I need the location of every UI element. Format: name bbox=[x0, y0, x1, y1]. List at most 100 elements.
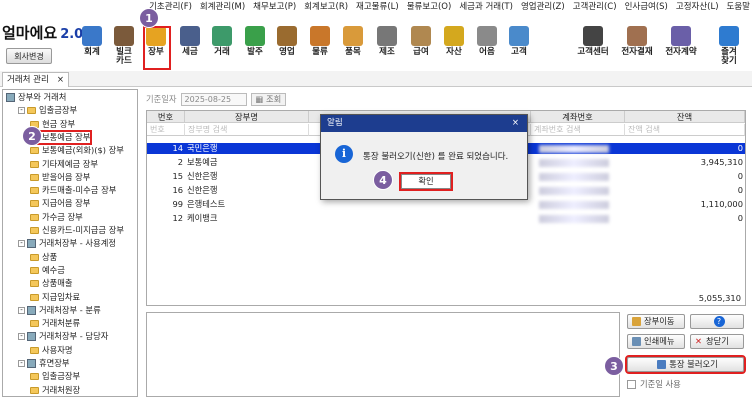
menu-item[interactable]: 회계보고(R) bbox=[304, 0, 348, 14]
date-input[interactable]: 2025-08-25 bbox=[180, 92, 247, 106]
toolbar-icon bbox=[245, 26, 265, 46]
toolbar-button[interactable]: 급여 bbox=[408, 26, 434, 70]
menu-item[interactable]: 물류보고(O) bbox=[407, 0, 452, 14]
toolbar-right-button[interactable]: 고객센터 bbox=[574, 26, 612, 70]
tree-item[interactable]: 가수금 장부 bbox=[30, 212, 83, 223]
menu-item[interactable]: 회계관리(M) bbox=[200, 0, 245, 14]
tree-item[interactable]: - 거래처장부 - 담당자 bbox=[18, 331, 108, 342]
menu-item[interactable]: 영업관리(Z) bbox=[521, 0, 565, 14]
toolbar-label: 세금 bbox=[182, 47, 198, 57]
tree-item-label: 장부와 거래처 bbox=[18, 92, 67, 102]
toolbar-button[interactable]: 어음 bbox=[474, 26, 500, 70]
tab-close-icon[interactable]: × bbox=[57, 75, 64, 85]
toolbar-button[interactable]: 회계 bbox=[79, 26, 105, 70]
toolbar-button[interactable]: 자산 bbox=[441, 26, 467, 70]
book-icon bbox=[27, 305, 36, 315]
tree-item[interactable]: 입출금장부 bbox=[30, 371, 80, 382]
tree-item-label: 가수금 장부 bbox=[42, 211, 83, 222]
cell-name: 보통예금 bbox=[187, 157, 218, 167]
filter-account[interactable]: 계좌번호 검색 bbox=[531, 124, 625, 136]
toolbar-right-button[interactable]: 전자계약 bbox=[662, 26, 700, 70]
tree-item[interactable]: - 입출금장부 bbox=[18, 105, 77, 116]
tree-item[interactable]: 신용카드-미지급금 장부 bbox=[30, 225, 124, 236]
tree-item[interactable]: - 거래처장부 - 분류 bbox=[18, 305, 101, 316]
dialog-ok-button[interactable]: 확인 bbox=[399, 172, 453, 191]
toolbar-button[interactable]: 영업 bbox=[274, 26, 300, 70]
alert-dialog: 알림 × i 통장 불러오기(신한) 를 완료 되었습니다. 확인 bbox=[320, 114, 528, 200]
filter-name[interactable]: 장부명 검색 bbox=[185, 124, 309, 136]
menu-item[interactable]: 도움말 bbox=[727, 0, 750, 14]
menu-item[interactable]: 고정자산(L) bbox=[676, 0, 719, 14]
tree-item[interactable]: 예수금 bbox=[30, 265, 65, 276]
toolbar-button[interactable]: 물류 bbox=[307, 26, 333, 70]
toolbar-label: 고객센터 bbox=[577, 47, 609, 57]
print-menu-button[interactable]: 인쇄메뉴 bbox=[627, 334, 685, 349]
collapse-icon[interactable]: - bbox=[18, 333, 25, 341]
menu-item[interactable]: 인사급여(S) bbox=[625, 0, 668, 14]
tree-item[interactable]: - 거래처장부 - 사용계정 bbox=[18, 238, 116, 249]
toolbar-button[interactable]: 세금 bbox=[177, 26, 203, 70]
toolbar-button[interactable]: 거래 bbox=[209, 26, 235, 70]
tree-item[interactable]: 사용자명 bbox=[30, 345, 73, 356]
toolbar-button[interactable]: 제조 bbox=[374, 26, 400, 70]
table-row[interactable]: 12 케이뱅크 0 bbox=[147, 213, 745, 224]
folder-icon bbox=[30, 386, 39, 394]
menu-item[interactable]: 고객관리(C) bbox=[573, 0, 617, 14]
help-button[interactable]: ? bbox=[690, 314, 744, 329]
bank-import-button[interactable]: 통장 불러오기 bbox=[625, 355, 746, 374]
toolbar-right-button[interactable]: 전자결재 bbox=[618, 26, 656, 70]
tree-item[interactable]: 보통예금(외화)($) 장부 bbox=[30, 145, 124, 156]
memo-area[interactable] bbox=[146, 312, 620, 397]
toolbar-right-button[interactable]: 즐겨 찾기 bbox=[710, 26, 748, 70]
checkbox-icon[interactable] bbox=[627, 379, 636, 389]
toolbar-button[interactable]: 품목 bbox=[340, 26, 366, 70]
folder-icon bbox=[30, 187, 39, 195]
toolbar-icon bbox=[343, 26, 363, 46]
cell-no: 16 bbox=[172, 185, 183, 195]
collapse-icon[interactable]: - bbox=[18, 306, 25, 314]
move-ledger-button[interactable]: 장부이동 bbox=[627, 314, 685, 329]
tree-item[interactable]: 기타제예금 장부 bbox=[30, 159, 98, 170]
toolbar-label: 영업 bbox=[279, 47, 295, 57]
toolbar-button[interactable]: 빌크 카드 bbox=[111, 26, 137, 70]
tree-item[interactable]: - 휴면장부 bbox=[18, 358, 70, 369]
header-name: 장부명 bbox=[185, 111, 309, 123]
toolbar-button[interactable]: 발주 bbox=[242, 26, 268, 70]
tree-item[interactable]: 받을어음 장부 bbox=[30, 172, 90, 183]
cell-no: 15 bbox=[172, 171, 183, 181]
cell-account-redacted bbox=[539, 145, 609, 153]
tree-item[interactable]: 카드매출-미수금 장부 bbox=[30, 185, 116, 196]
tree-item[interactable]: 지급어음 장부 bbox=[30, 198, 90, 209]
tree-item-label: 예수금 bbox=[42, 264, 65, 275]
company-change-button[interactable]: 회사변경 bbox=[6, 48, 52, 64]
toolbar-button[interactable]: 고객 bbox=[506, 26, 532, 70]
tab-client-management[interactable]: 거래처 관리 × bbox=[2, 72, 69, 87]
collapse-icon[interactable]: - bbox=[18, 360, 25, 367]
cell-no: 99 bbox=[172, 199, 183, 209]
toolbar-icon bbox=[212, 26, 232, 46]
menu-item[interactable]: 세금과 거래(T) bbox=[459, 0, 513, 14]
base-day-checkbox[interactable]: 기준일 사용 bbox=[627, 378, 681, 390]
tree-item-label: 사용자명 bbox=[42, 344, 73, 355]
tree-item[interactable]: 거래처원장 bbox=[30, 385, 80, 396]
dialog-close-icon[interactable]: × bbox=[512, 115, 519, 132]
filter-no[interactable]: 번호 bbox=[147, 124, 185, 136]
tree-item[interactable]: 장부와 거래처 bbox=[6, 92, 66, 103]
filter-balance[interactable]: 잔액 검색 bbox=[625, 124, 745, 136]
tree-item-label: 입출금장부 bbox=[42, 371, 81, 382]
tree-item[interactable]: 상품 bbox=[30, 252, 57, 263]
toolbar-label: 제조 bbox=[379, 47, 395, 57]
close-window-button[interactable]: ✕ 창닫기 bbox=[690, 334, 744, 349]
cell-no: 12 bbox=[172, 213, 183, 223]
collapse-icon[interactable]: - bbox=[18, 240, 25, 248]
tree-item[interactable]: 거래처분류 bbox=[30, 318, 80, 329]
collapse-icon[interactable]: - bbox=[18, 107, 25, 115]
step-badge-3: 3 bbox=[604, 356, 624, 376]
tree-item[interactable]: 지급임차료 bbox=[30, 292, 80, 303]
toolbar-label: 품목 bbox=[345, 47, 361, 57]
tree-item[interactable]: 상품매출 bbox=[30, 278, 73, 289]
table-row[interactable]: 99 은행테스트 1,110,000 bbox=[147, 199, 745, 210]
menu-item[interactable]: 재고물류(L) bbox=[356, 0, 399, 14]
menu-item[interactable]: 채무보고(P) bbox=[253, 0, 296, 14]
search-button[interactable]: ▦ 조회 bbox=[250, 92, 287, 106]
